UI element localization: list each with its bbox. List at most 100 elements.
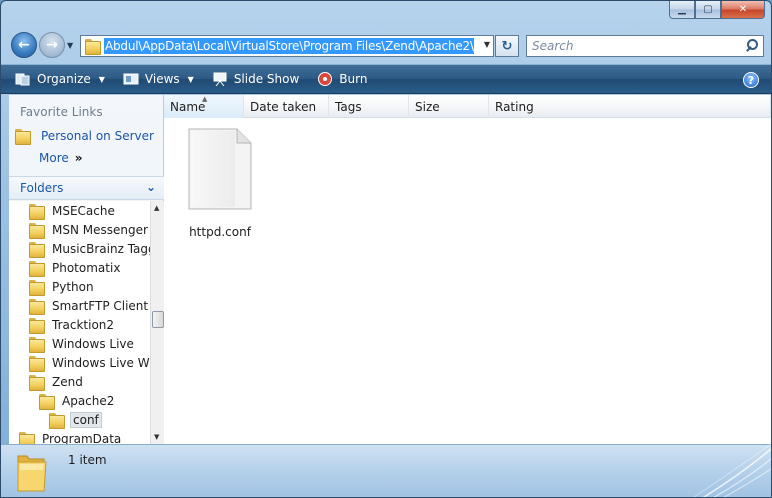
- tree-item[interactable]: MSECache: [29, 201, 115, 220]
- slideshow-label: Slide Show: [233, 72, 300, 86]
- file-name: httpd.conf: [189, 225, 251, 239]
- tree-item[interactable]: Photomatix: [29, 258, 120, 277]
- address-dropdown-icon[interactable]: ▼: [484, 40, 490, 49]
- column-header[interactable]: Size: [409, 95, 489, 118]
- tree-item[interactable]: MusicBrainz Tagg: [29, 239, 150, 258]
- minimize-icon: ▁: [678, 4, 686, 15]
- decorative-swoosh: [693, 444, 771, 497]
- folder-icon: [29, 222, 45, 239]
- column-header[interactable]: Date taken: [244, 95, 329, 118]
- folder-icon: [29, 355, 45, 372]
- organize-button[interactable]: Organize ▼: [15, 72, 105, 86]
- back-button[interactable]: ←: [11, 32, 37, 58]
- details-pane: 1 item: [1, 444, 771, 497]
- folder-tree-scrollbar[interactable]: ▲ ▼: [150, 201, 164, 444]
- burn-button[interactable]: Burn: [317, 72, 367, 86]
- tree-item[interactable]: Python: [29, 277, 94, 296]
- sort-ascending-icon: ▲: [202, 95, 208, 103]
- tree-item[interactable]: MSN Messenger: [29, 220, 148, 239]
- column-header-label: Tags: [335, 99, 362, 114]
- close-button[interactable]: ✕: [721, 1, 765, 19]
- command-bar: Organize ▼ Views ▼ Slide Show Burn ?: [1, 64, 771, 94]
- maximize-icon: ▢: [703, 4, 713, 15]
- folder-icon: [49, 412, 65, 429]
- minimize-button[interactable]: ▁: [669, 1, 695, 19]
- tree-item[interactable]: Zend: [29, 372, 83, 391]
- column-header[interactable]: Rating: [489, 95, 771, 118]
- slideshow-button[interactable]: Slide Show: [212, 72, 300, 87]
- tree-item-label: Windows Live Wr: [52, 355, 150, 370]
- burn-disc-icon: [317, 72, 333, 86]
- chevron-down-icon[interactable]: ⌄: [146, 180, 156, 194]
- column-header-label: Name: [170, 99, 206, 114]
- help-icon[interactable]: ?: [743, 72, 759, 88]
- file-item[interactable]: httpd.conf: [184, 127, 256, 239]
- scroll-down-icon[interactable]: ▼: [154, 433, 159, 441]
- tree-item-label: MSECache: [52, 203, 115, 218]
- maximize-button[interactable]: ▢: [695, 1, 721, 19]
- more-links-button[interactable]: More »: [9, 147, 163, 169]
- folder-icon: [29, 298, 45, 315]
- views-label: Views: [144, 72, 180, 86]
- tree-item-label: Zend: [52, 374, 83, 389]
- scrollbar-thumb[interactable]: [152, 311, 164, 328]
- views-icon: [123, 72, 139, 86]
- tree-item-label: Photomatix: [52, 260, 121, 275]
- folder-icon: [85, 39, 101, 55]
- burn-label: Burn: [339, 72, 368, 86]
- favorite-link-label: Personal on Server: [41, 129, 154, 143]
- search-icon[interactable]: [742, 37, 760, 55]
- tree-item-label: Tracktion2: [52, 317, 115, 332]
- folder-icon: [17, 455, 47, 492]
- organize-icon: [15, 72, 31, 86]
- column-header-label: Size: [415, 99, 440, 114]
- back-arrow-icon: ←: [18, 37, 30, 53]
- tree-item-label: conf: [70, 411, 102, 428]
- folder-icon: [15, 129, 31, 145]
- folder-icon: [19, 431, 35, 444]
- address-bar[interactable]: Abdul\AppData\Local\VirtualStore\Program…: [80, 35, 494, 57]
- tree-item[interactable]: SmartFTP Client 2: [29, 296, 150, 315]
- views-button[interactable]: Views ▼: [123, 72, 194, 86]
- folder-tree: MSECache MSN Messenger MusicBrainz Tagg Pho…: [9, 201, 150, 444]
- tree-item[interactable]: conf: [49, 410, 102, 429]
- folder-icon: [29, 260, 45, 277]
- column-header[interactable]: Tags: [329, 95, 409, 118]
- recent-pages-dropdown[interactable]: ▼: [67, 41, 73, 50]
- close-icon: ✕: [738, 4, 748, 15]
- tree-item[interactable]: ProgramData: [19, 429, 121, 444]
- forward-arrow-icon: →: [46, 37, 58, 53]
- tree-item-label: MSN Messenger: [52, 222, 148, 237]
- column-headers: Name ▲ Date taken Tags Size Rating: [164, 95, 771, 118]
- item-count: 1 item: [68, 453, 107, 467]
- tree-item[interactable]: Apache2: [39, 391, 114, 410]
- refresh-icon: ↻: [501, 38, 513, 54]
- search-placeholder: Search: [532, 39, 574, 53]
- tree-item-label: Python: [52, 279, 94, 294]
- tree-item-label: MusicBrainz Tagg: [52, 241, 150, 256]
- favorite-link[interactable]: Personal on Server: [9, 125, 163, 147]
- search-input[interactable]: Search: [526, 35, 764, 57]
- folders-heading: Folders: [20, 181, 64, 195]
- column-header-label: Date taken: [250, 99, 317, 114]
- slideshow-icon: [212, 72, 228, 87]
- folders-header[interactable]: Folders ⌄: [9, 176, 164, 200]
- navigation-pane: Favorite Links Personal on Server More »…: [9, 95, 164, 444]
- double-chevron-icon: »: [74, 151, 83, 165]
- caption-buttons: ▁ ▢ ✕: [669, 1, 765, 19]
- scroll-up-icon[interactable]: ▲: [154, 204, 159, 212]
- forward-button[interactable]: →: [39, 32, 65, 58]
- tree-item[interactable]: Tracktion2: [29, 315, 114, 334]
- tree-item-label: Apache2: [62, 393, 115, 408]
- favorite-links-list: Personal on Server: [9, 125, 163, 147]
- tree-item-label: ProgramData: [42, 431, 122, 445]
- file-list-pane: Name ▲ Date taken Tags Size Rating httpd.conf: [164, 95, 771, 444]
- refresh-button[interactable]: ↻: [495, 35, 519, 57]
- folder-icon: [29, 241, 45, 258]
- address-path[interactable]: Abdul\AppData\Local\VirtualStore\Program…: [104, 38, 474, 54]
- organize-label: Organize: [37, 72, 91, 86]
- tree-item[interactable]: Windows Live Wr: [29, 353, 150, 372]
- column-header[interactable]: Name ▲: [164, 95, 244, 118]
- tree-item[interactable]: Windows Live: [29, 334, 134, 353]
- favorite-links-heading: Favorite Links: [20, 105, 103, 119]
